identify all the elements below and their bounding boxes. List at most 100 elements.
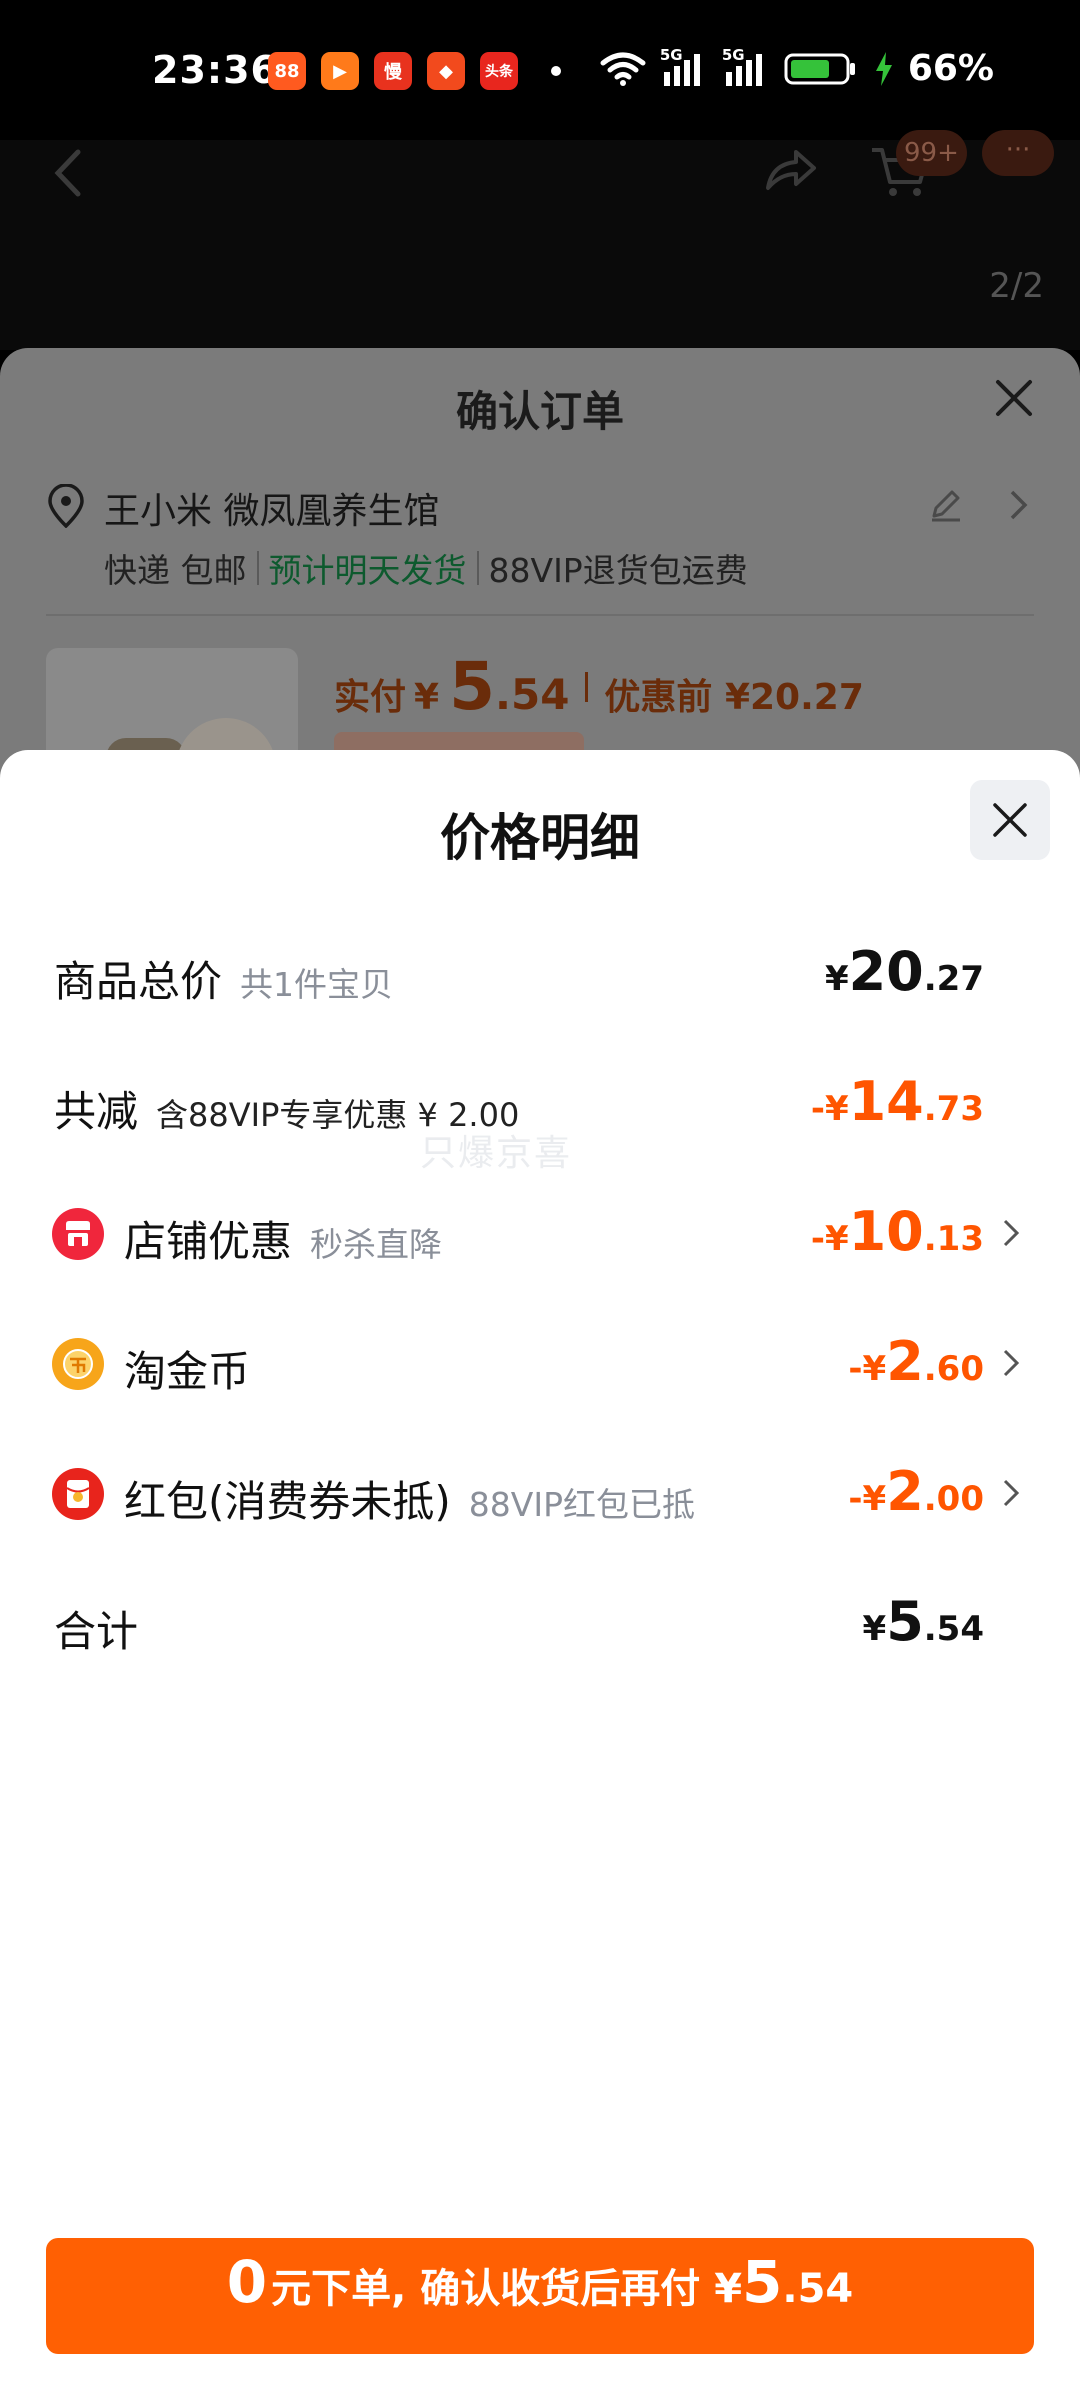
currency-symbol: ¥: [824, 959, 849, 999]
taobao-coin-label-group: 淘金币: [124, 1338, 250, 1399]
total-discount-label: 共减: [54, 1087, 139, 1136]
currency-symbol: ¥: [714, 2266, 743, 2312]
order-now-amount: 0: [226, 2248, 268, 2316]
paid-amount-row: 实付 ¥ 5 .54 优惠前 ¥20.27: [334, 648, 864, 725]
total-price-label-group: 商品总价 共1件宝贝: [54, 948, 393, 1009]
order-button-text: 元下单, 确认收货后再付: [271, 2266, 701, 2312]
divider: [46, 614, 1034, 616]
amount-integer: 14: [848, 1070, 924, 1133]
vip-red-packet-note: 88VIP红包已抵: [468, 1485, 695, 1524]
close-icon: [993, 803, 1027, 837]
battery-icon: [784, 53, 855, 84]
paid-currency: ¥: [414, 677, 440, 718]
red-packet-amount: -¥ 2 .00: [848, 1460, 984, 1523]
app-2-icon: ▶: [321, 52, 359, 90]
wifi-icon: [600, 52, 646, 86]
paid-integer: 5: [449, 648, 496, 725]
more-menu-button[interactable]: ···: [982, 130, 1054, 176]
red-packet-icon: [52, 1468, 104, 1520]
price-detail-title: 价格明细: [440, 809, 640, 867]
grand-total-label-group: 合计: [54, 1598, 138, 1659]
notification-dot-icon: [551, 66, 561, 76]
order-sheet-title: 确认订单: [455, 387, 624, 436]
chevron-right-icon[interactable]: [1002, 1478, 1020, 1508]
pay-later-integer: 5: [742, 2248, 783, 2316]
app-5-icon: 头条: [480, 52, 518, 90]
chevron-right-icon[interactable]: [1008, 488, 1030, 522]
status-bar: 23:36 88 ▶ 慢 ◆ 头条 5G 5G 66%: [0, 0, 1080, 140]
app-4-icon: ◆: [427, 52, 465, 90]
chevron-right-icon[interactable]: [1002, 1218, 1020, 1248]
back-arrow-icon[interactable]: [50, 148, 86, 198]
taobao-coin-row[interactable]: 淘金币 -¥ 2 .60: [0, 1330, 1080, 1418]
flash-sale-note: 秒杀直降: [310, 1225, 443, 1264]
amount-integer: 5: [886, 1590, 924, 1653]
currency-symbol: -¥: [848, 1349, 887, 1389]
share-icon[interactable]: [760, 140, 820, 200]
amount-integer: 2: [886, 1330, 924, 1393]
shipping-eta: 预计明天发货: [268, 551, 467, 590]
pay-later-decimal: .54: [782, 2266, 854, 2312]
red-packet-row[interactable]: 红包(消费券未抵) 88VIP红包已抵 -¥ 2 .00: [0, 1460, 1080, 1548]
currency-symbol: -¥: [810, 1089, 849, 1129]
total-price-amount: ¥ 20 .27: [825, 940, 984, 1003]
paid-decimal: .54: [495, 670, 570, 719]
edit-icon[interactable]: [926, 486, 964, 524]
image-counter: 2/2: [989, 266, 1044, 306]
paid-label: 实付: [334, 677, 407, 718]
shipping-method: 快递 包邮: [104, 551, 247, 590]
amount-decimal: .73: [923, 1089, 984, 1129]
shop-discount-label: 店铺优惠: [124, 1217, 293, 1266]
amount-integer: 10: [848, 1200, 924, 1263]
coin-icon: [52, 1338, 104, 1390]
amount-decimal: .54: [923, 1609, 984, 1649]
price-detail-sheet: 价格明细 商品总价 共1件宝贝 ¥ 20 .27 共减 含88VIP专享优惠 ¥…: [0, 750, 1080, 2400]
signal-1-icon: 5G: [660, 46, 708, 88]
status-time: 23:36: [152, 48, 278, 92]
shop-discount-label-group: 店铺优惠 秒杀直降: [124, 1208, 442, 1269]
total-price-label: 商品总价: [54, 957, 223, 1006]
cart-count-badge: 99+: [896, 130, 967, 176]
address-name[interactable]: 王小米 微凤凰养生馆: [104, 482, 439, 534]
watermark-text: 只爆京喜: [420, 1133, 573, 1174]
grand-total-row: 合计 ¥ 5 .54: [0, 1590, 1080, 1678]
shop-discount-row[interactable]: 店铺优惠 秒杀直降 -¥ 10 .13: [0, 1200, 1080, 1288]
red-packet-label: 红包(消费券未抵): [124, 1477, 451, 1526]
amount-integer: 20: [848, 940, 924, 1003]
divider: [476, 551, 479, 585]
shipping-info: 快递 包邮 预计明天发货 88VIP退货包运费: [104, 544, 748, 592]
shop-discount-amount: -¥ 10 .13: [811, 1200, 984, 1263]
currency-symbol: ¥: [862, 1609, 887, 1649]
signal-2-icon: 5G: [722, 46, 770, 88]
total-discount-amount: -¥ 14 .73: [811, 1070, 984, 1133]
taobao-coin-amount: -¥ 2 .60: [848, 1330, 984, 1393]
place-order-button[interactable]: 0 元下单, 确认收货后再付 ¥ 5 .54: [46, 2238, 1034, 2354]
close-icon[interactable]: [994, 378, 1034, 418]
amount-decimal: .00: [923, 1479, 984, 1519]
shop-icon: [52, 1208, 104, 1260]
item-count: 共1件宝贝: [240, 965, 394, 1004]
currency-symbol: -¥: [810, 1219, 849, 1259]
currency-symbol: -¥: [848, 1479, 887, 1519]
grand-total-label: 合计: [54, 1607, 139, 1656]
total-price-row: 商品总价 共1件宝贝 ¥ 20 .27: [0, 940, 1080, 1028]
close-button[interactable]: [970, 780, 1050, 860]
app-1-icon: 88: [268, 52, 306, 90]
amount-decimal: .60: [923, 1349, 984, 1389]
amount-integer: 2: [886, 1460, 924, 1523]
grand-total-amount: ¥ 5 .54: [863, 1590, 984, 1653]
location-pin-icon: [48, 484, 84, 528]
confirm-order-sheet: 确认订单 王小米 微凤凰养生馆 快递 包邮 预计明天发货 88VIP退货包运费 …: [0, 348, 1080, 818]
charging-icon: [875, 51, 892, 86]
battery-percent: 66%: [907, 48, 994, 89]
amount-decimal: .13: [923, 1219, 984, 1259]
divider: [585, 671, 589, 702]
price-before-discount: 优惠前 ¥20.27: [604, 677, 864, 718]
chevron-right-icon[interactable]: [1002, 1348, 1020, 1378]
taobao-coin-label: 淘金币: [124, 1347, 251, 1396]
red-packet-label-group: 红包(消费券未抵) 88VIP红包已抵: [124, 1468, 695, 1529]
app-3-icon: 慢: [374, 52, 412, 90]
amount-decimal: .27: [923, 959, 984, 999]
status-indicators: 5G 5G 66%: [600, 46, 994, 89]
return-note: 88VIP退货包运费: [488, 551, 748, 590]
